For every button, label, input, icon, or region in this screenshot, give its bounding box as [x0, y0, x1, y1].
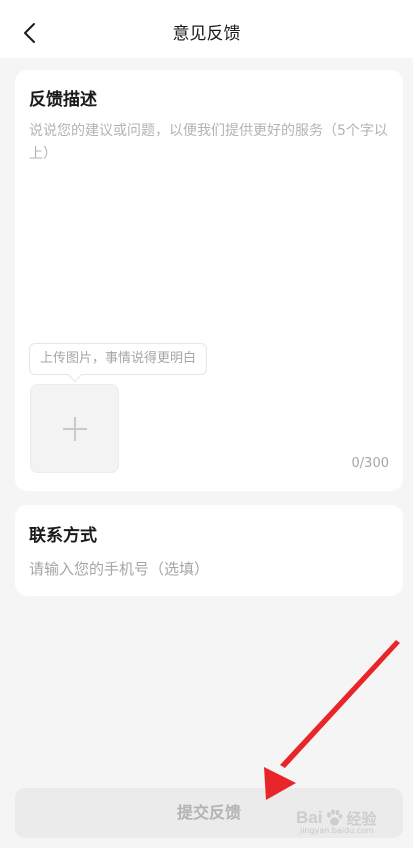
phone-input[interactable]: 请输入您的手机号（选填） [29, 557, 389, 581]
watermark-url: jingyan.baidu.com [300, 826, 374, 835]
feedback-placeholder[interactable]: 说说您的建议或问题，以便我们提供更好的服务（5个字以上） [29, 120, 391, 166]
nav-bar: 意见反馈 [0, 0, 413, 58]
paw-logo-icon [327, 809, 343, 826]
upload-image-button[interactable] [30, 384, 119, 473]
arrow-shaft [280, 640, 400, 768]
contact-title: 联系方式 [29, 526, 97, 546]
tooltip-arrow [67, 367, 83, 383]
feedback-card: 反馈描述 说说您的建议或问题，以便我们提供更好的服务（5个字以上） 上传图片，事… [15, 70, 403, 491]
upload-tooltip-text: 上传图片，事情说得更明白 [40, 351, 197, 366]
watermark-brand-latin: Bai [296, 808, 323, 827]
plus-icon [62, 416, 87, 441]
page-title: 意见反馈 [172, 24, 241, 44]
contact-card: 联系方式 请输入您的手机号（选填） [15, 505, 403, 596]
feedback-title: 反馈描述 [29, 90, 97, 110]
char-counter: 0/300 [351, 456, 389, 471]
upload-tooltip: 上传图片，事情说得更明白 [29, 343, 208, 383]
